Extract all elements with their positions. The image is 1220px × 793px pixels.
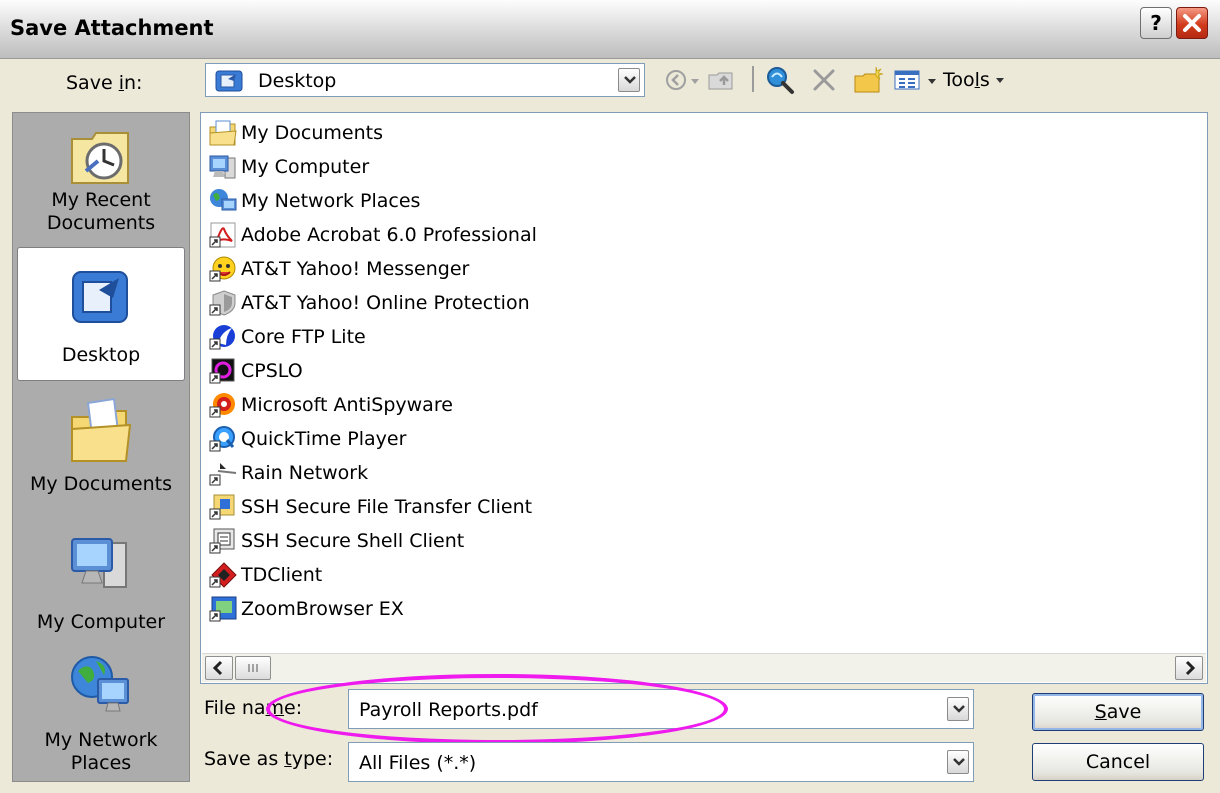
file-list[interactable]: My Documents My Computer My Network Plac…: [200, 112, 1208, 684]
my-computer-place-icon: [71, 538, 127, 588]
search-web-icon: [767, 67, 794, 94]
list-item[interactable]: SSH Secure Shell Client: [205, 524, 464, 558]
scroll-left-button[interactable]: [205, 656, 233, 680]
grip-icon: [248, 664, 258, 672]
save-in-value: Desktop: [258, 70, 337, 92]
place-my-recent-documents[interactable]: My Recent Documents: [13, 125, 189, 235]
back-icon: [666, 70, 686, 90]
close-icon: [1183, 14, 1201, 32]
list-item[interactable]: QuickTime Player: [205, 422, 406, 456]
views-button[interactable]: [893, 62, 921, 98]
yahoo-messenger-icon: [209, 256, 236, 282]
title-bar: Save Attachment ?: [0, 0, 1220, 59]
cancel-button[interactable]: Cancel: [1032, 743, 1204, 781]
horizontal-scrollbar[interactable]: [202, 653, 1206, 682]
my-computer-icon: [209, 155, 236, 179]
file-name-dropdown-button[interactable]: [947, 697, 969, 721]
recent-documents-icon: [71, 132, 129, 184]
list-item[interactable]: My Network Places: [205, 184, 420, 218]
network-places-place-icon: [71, 656, 129, 712]
tools-arrow-icon: [995, 77, 1004, 83]
places-bar: My Recent Documents Desktop My Documents…: [12, 112, 190, 782]
list-item[interactable]: AT&T Yahoo! Messenger: [205, 252, 469, 286]
zoombrowser-icon: [209, 596, 237, 622]
close-button[interactable]: [1176, 7, 1208, 39]
list-item[interactable]: Adobe Acrobat 6.0 Professional: [205, 218, 537, 252]
up-folder-icon: [708, 72, 733, 90]
my-documents-icon: [209, 120, 237, 146]
back-button[interactable]: [664, 62, 688, 98]
antispyware-icon: [209, 393, 235, 418]
toolbar-separator: [752, 66, 754, 92]
tdclient-icon: [209, 562, 237, 588]
help-button[interactable]: ?: [1140, 7, 1172, 39]
list-item[interactable]: ZoomBrowser EX: [205, 592, 404, 626]
list-item[interactable]: AT&T Yahoo! Online Protection: [205, 286, 530, 320]
my-documents-folder-icon: [71, 397, 132, 462]
chevron-down-icon: [953, 758, 965, 766]
place-my-computer[interactable]: My Computer: [13, 533, 189, 634]
place-my-network-places[interactable]: My Network Places: [13, 653, 189, 775]
help-icon: ?: [1150, 11, 1162, 35]
list-item[interactable]: SSH Secure File Transfer Client: [205, 490, 532, 524]
rain-network-icon: [209, 463, 237, 486]
chevron-down-icon: [624, 76, 636, 84]
desktop-place-icon: [72, 271, 128, 323]
save-in-label: Save in:: [66, 72, 143, 94]
up-one-level-button[interactable]: [706, 62, 736, 98]
views-icon: [894, 70, 920, 90]
delete-icon: [813, 69, 835, 91]
scroll-right-button[interactable]: [1175, 656, 1203, 680]
new-folder-button[interactable]: [853, 62, 885, 98]
chevron-left-icon: [212, 660, 223, 676]
quicktime-icon: [209, 426, 235, 452]
save-as-type-dropdown-button[interactable]: [947, 750, 969, 774]
place-desktop[interactable]: Desktop: [17, 247, 185, 381]
ssh-shell-icon: [209, 528, 235, 554]
delete-button[interactable]: [810, 62, 838, 98]
list-item[interactable]: Core FTP Lite: [205, 320, 366, 354]
list-item[interactable]: TDClient: [205, 558, 322, 592]
acrobat-shortcut-icon: [209, 222, 236, 248]
list-item[interactable]: Rain Network: [205, 456, 368, 490]
list-item[interactable]: My Documents: [205, 116, 383, 150]
desktop-icon: [215, 70, 243, 92]
online-protection-icon: [209, 290, 236, 316]
save-as-type-value: All Files (*.*): [359, 752, 477, 774]
highlight-annotation-ellipse: [266, 674, 728, 744]
list-item[interactable]: Microsoft AntiSpyware: [205, 388, 453, 422]
core-ftp-icon: [209, 325, 235, 350]
list-item[interactable]: My Computer: [205, 150, 369, 184]
back-history-arrow-icon: [691, 79, 699, 84]
views-arrow-icon: [928, 79, 936, 84]
new-folder-icon: [854, 66, 884, 93]
ssh-file-transfer-icon: [209, 494, 235, 520]
chevron-right-icon: [1185, 660, 1196, 676]
save-as-type-select[interactable]: All Files (*.*): [348, 742, 974, 782]
cpslo-icon: [209, 358, 235, 384]
save-in-dropdown-button[interactable]: [618, 68, 640, 92]
scrollbar-thumb[interactable]: [235, 656, 271, 680]
list-item[interactable]: CPSLO: [205, 354, 303, 388]
chevron-down-icon: [953, 705, 965, 713]
save-in-combobox[interactable]: Desktop: [205, 63, 645, 97]
search-web-button[interactable]: [765, 62, 795, 98]
network-places-icon: [210, 189, 237, 211]
place-my-documents[interactable]: My Documents: [13, 395, 189, 496]
tools-menu-button[interactable]: Too l s: [943, 62, 1004, 98]
save-as-type-label: Save as type:: [204, 748, 334, 770]
window-title: Save Attachment: [10, 16, 214, 40]
save-button[interactable]: Save: [1032, 693, 1204, 731]
